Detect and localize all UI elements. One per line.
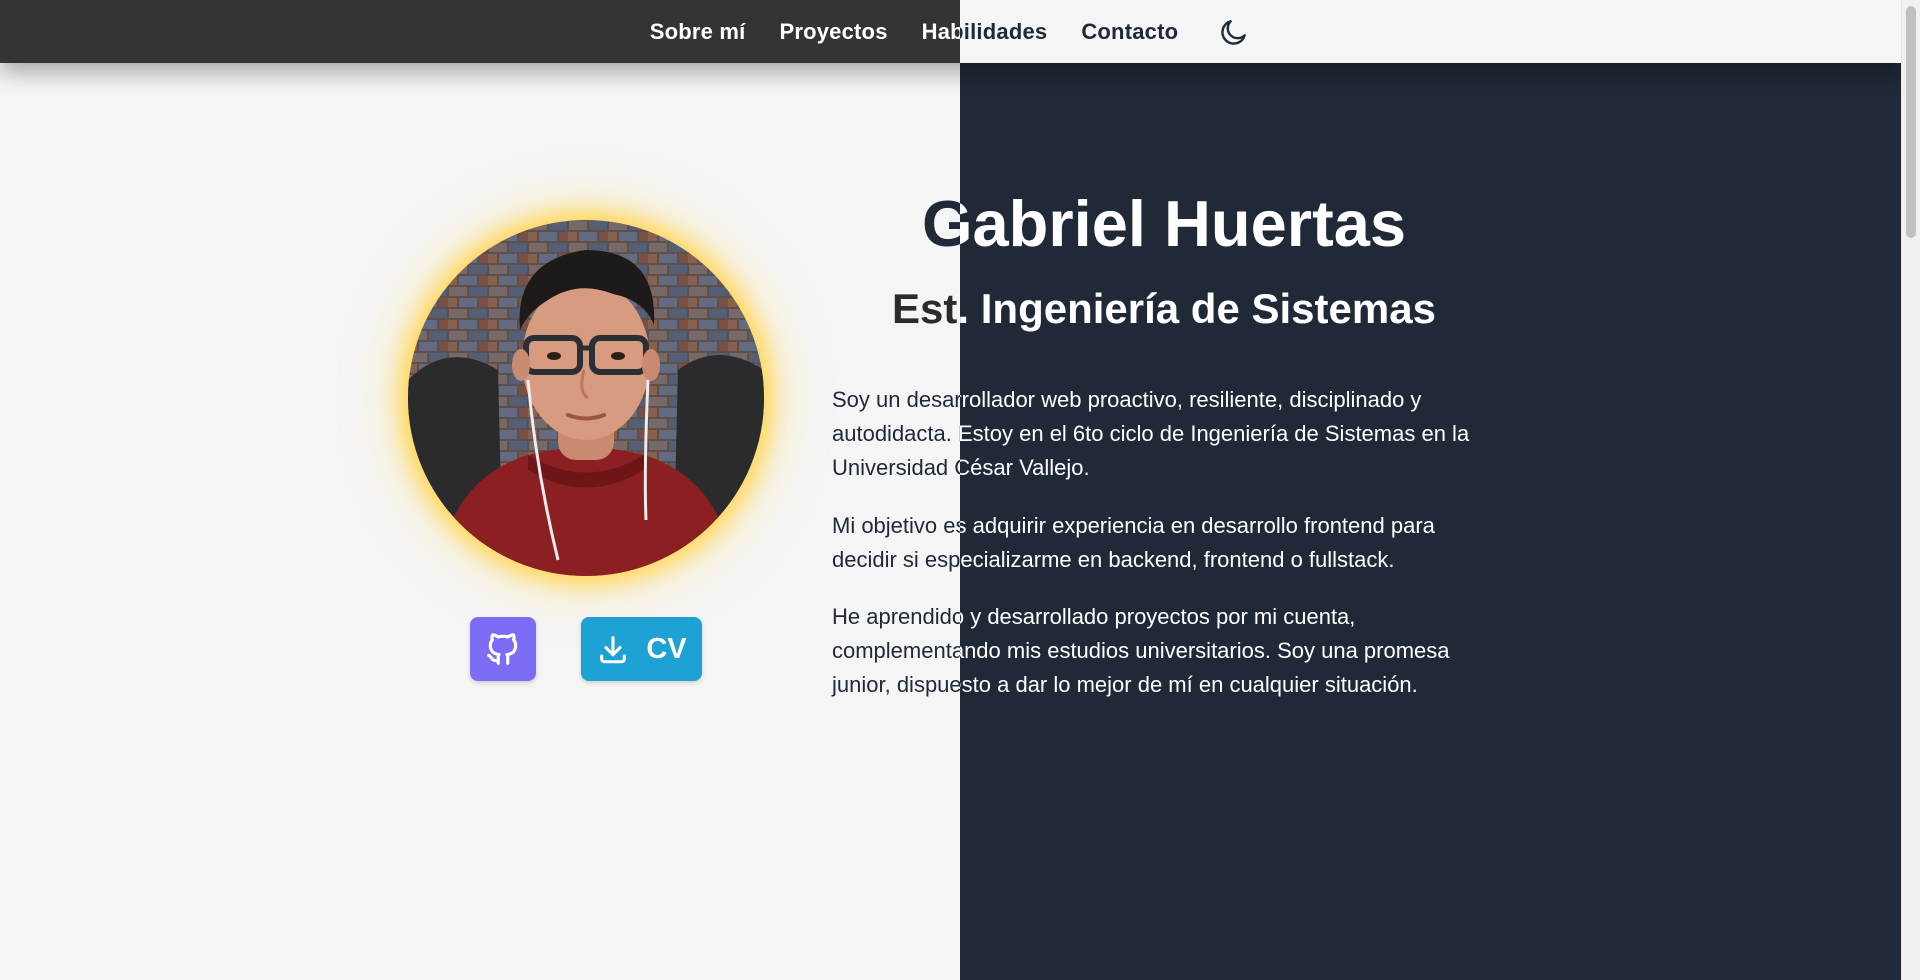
theme-toggle-overlay	[1216, 14, 1252, 50]
github-icon	[487, 633, 518, 665]
download-cv-button[interactable]: CV	[581, 617, 702, 681]
moon-icon	[1221, 19, 1247, 45]
nav-link-sobre-mi[interactable]: Sobre mí	[650, 19, 746, 45]
profile-photo	[408, 220, 764, 576]
github-button[interactable]	[470, 617, 536, 681]
page-scrollbar[interactable]	[1901, 0, 1920, 980]
scrollbar-thumb[interactable]	[1906, 6, 1916, 238]
cv-label: CV	[646, 632, 687, 665]
dark-theme-panel	[960, 0, 1920, 980]
top-navbar: Sobre mí Proyectos Habilidades Contacto …	[0, 0, 1902, 63]
nav-link-contacto-overlay: Contacto	[1081, 18, 1179, 44]
download-icon	[600, 636, 627, 664]
nav-link-proyectos[interactable]: Proyectos	[779, 19, 887, 45]
